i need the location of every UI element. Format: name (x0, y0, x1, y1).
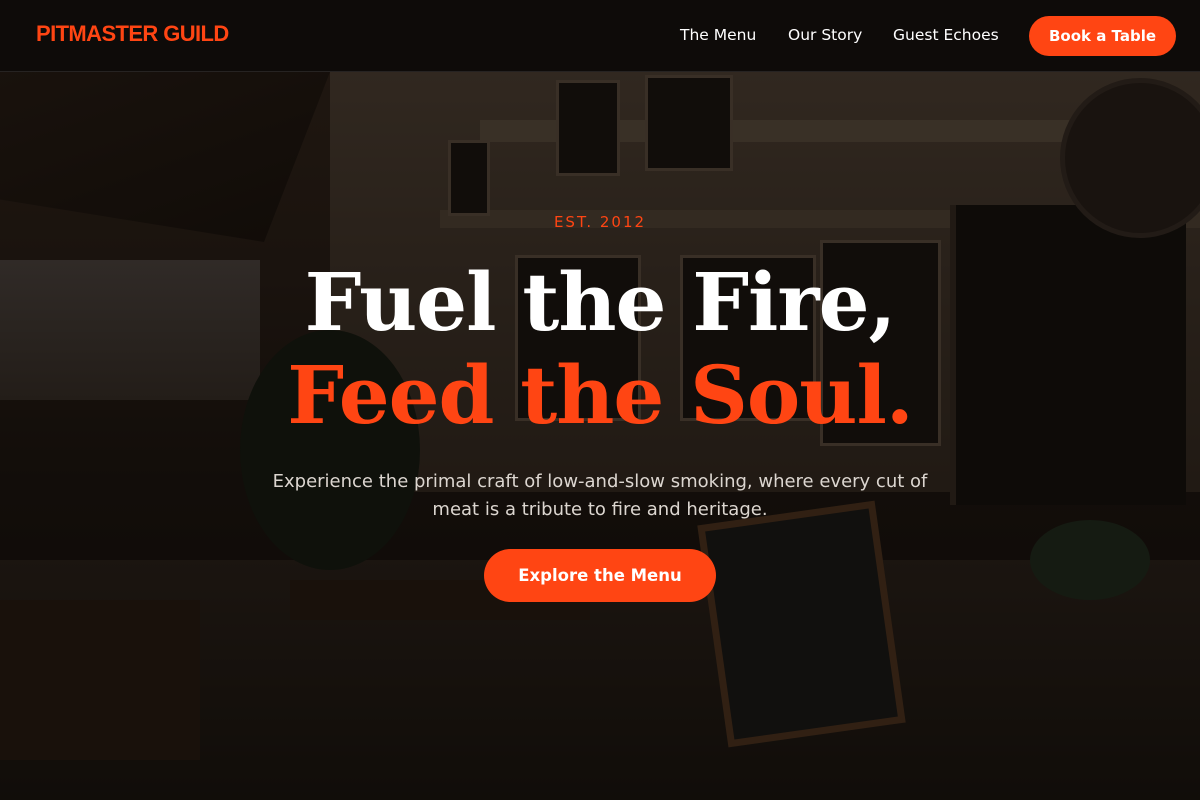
hero-headline-line2: Feed the Soul. (287, 348, 913, 442)
book-table-button[interactable]: Book a Table (1029, 16, 1176, 56)
hero-subtext: Experience the primal craft of low-and-s… (272, 471, 928, 520)
brand-logo[interactable]: PITMASTER GUILD (36, 21, 229, 47)
nav-link-guest-echoes[interactable]: Guest Echoes (893, 26, 999, 44)
established-label: EST. 2012 (553, 213, 647, 231)
nav-link-our-story[interactable]: Our Story (788, 26, 862, 44)
explore-menu-button[interactable]: Explore the Menu (484, 549, 716, 602)
site-header: PITMASTER GUILD The Menu Our Story Guest… (0, 0, 1200, 72)
hero-headline-line1: Fuel the Fire, (304, 255, 897, 349)
nav-link-menu[interactable]: The Menu (680, 26, 756, 44)
hero-section: EST. 2012 Fuel the Fire, Feed the Soul. … (0, 72, 1200, 800)
